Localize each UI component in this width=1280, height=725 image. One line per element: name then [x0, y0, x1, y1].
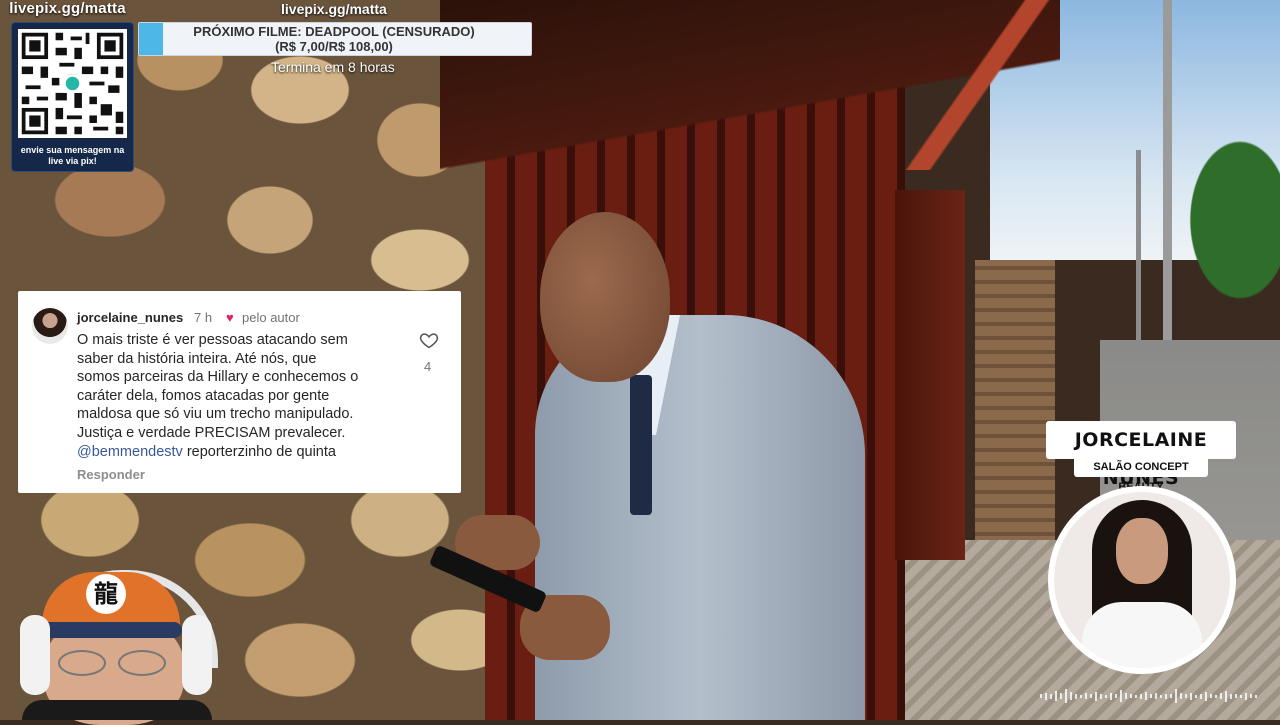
guest-portrait	[1048, 486, 1236, 674]
glasses-lens-left	[58, 650, 106, 676]
next-film-deadline: Termina em 8 horas	[271, 59, 395, 75]
comment-line: somos parceiras da Hillary e conhecemos …	[77, 369, 359, 386]
comment-line: saber da história inteira. Até nós, que	[77, 350, 317, 367]
comment-body: O mais triste é ver pessoas atacando sem…	[77, 331, 417, 461]
mention-link[interactable]: @bemmendestv	[77, 444, 183, 460]
portrait-photo	[1054, 492, 1230, 668]
comment-line: O mais triste é ver pessoas atacando sem	[77, 332, 348, 348]
next-film-text: PRÓXIMO FILME: DEADPOOL (CENSURADO) (R$ …	[179, 24, 489, 54]
avatar[interactable]	[32, 308, 68, 344]
portrait-face	[1116, 518, 1168, 584]
trees	[1180, 110, 1280, 340]
heart-outline-icon[interactable]	[419, 330, 439, 350]
comment-time: 7 h	[194, 310, 213, 325]
liked-by-author-label: pelo autor	[242, 310, 300, 325]
audio-waveform	[1040, 687, 1260, 705]
side-wall	[975, 260, 1055, 560]
glasses-lens-right	[118, 650, 166, 676]
cap-logo: 龍	[86, 574, 126, 614]
comment-line-mention: @bemmendestv reporterzinho de quinta	[77, 443, 417, 462]
livepix-url: livepix.gg/matta	[281, 1, 387, 17]
comment-username[interactable]: jorcelaine_nunes	[77, 310, 183, 325]
livepix-qr-title: livepix.gg/matta	[9, 0, 126, 17]
livepix-qr-caption: envie sua mensagem na live via pix!	[20, 145, 125, 166]
streamer-webcam: 龍	[12, 560, 218, 725]
cap-brim	[32, 622, 182, 638]
like-count: 4	[424, 359, 432, 374]
comment-line: Justiça e verdade PRECISAM prevalecer.	[77, 424, 346, 441]
mention-rest: reporterzinho de quinta	[182, 443, 336, 460]
headphone-right	[182, 615, 212, 695]
next-film-banner: PRÓXIMO FILME: DEADPOOL (CENSURADO) (R$ …	[138, 22, 532, 56]
comment-line: caráter dela, fomos atacadas por gente	[77, 387, 330, 404]
instagram-comment-card: jorcelaine_nunes 7 h ♥ pelo autor O mais…	[18, 291, 461, 493]
streamer-shirt	[22, 700, 212, 720]
banner-accent	[139, 23, 163, 55]
heart-icon: ♥	[226, 310, 234, 325]
livepix-qr-widget[interactable]: envie sua mensagem na live via pix!	[11, 22, 134, 172]
roof-tiles	[880, 0, 1060, 170]
reply-button[interactable]: Responder	[77, 467, 145, 482]
glasses	[58, 650, 168, 676]
next-film-title: PRÓXIMO FILME: DEADPOOL (CENSURADO)	[193, 24, 475, 39]
name-plate: JORCELAINE NUNES SALÃO CONCEPT BEAUTY	[1046, 421, 1236, 493]
man-head	[540, 212, 670, 382]
plate-name: JORCELAINE NUNES	[1046, 421, 1236, 489]
gate-door	[895, 190, 965, 560]
next-film-progress: (R$ 7,00/R$ 108,00)	[275, 39, 393, 54]
qr-code-icon[interactable]	[18, 29, 127, 138]
portrait-outfit	[1082, 602, 1202, 668]
plate-subtitle: SALÃO CONCEPT BEAUTY	[1074, 457, 1208, 493]
comment-line: maldosa que só viu um trecho manipulado.	[77, 406, 354, 423]
man-tie	[630, 375, 652, 515]
headphone-left	[20, 615, 50, 695]
